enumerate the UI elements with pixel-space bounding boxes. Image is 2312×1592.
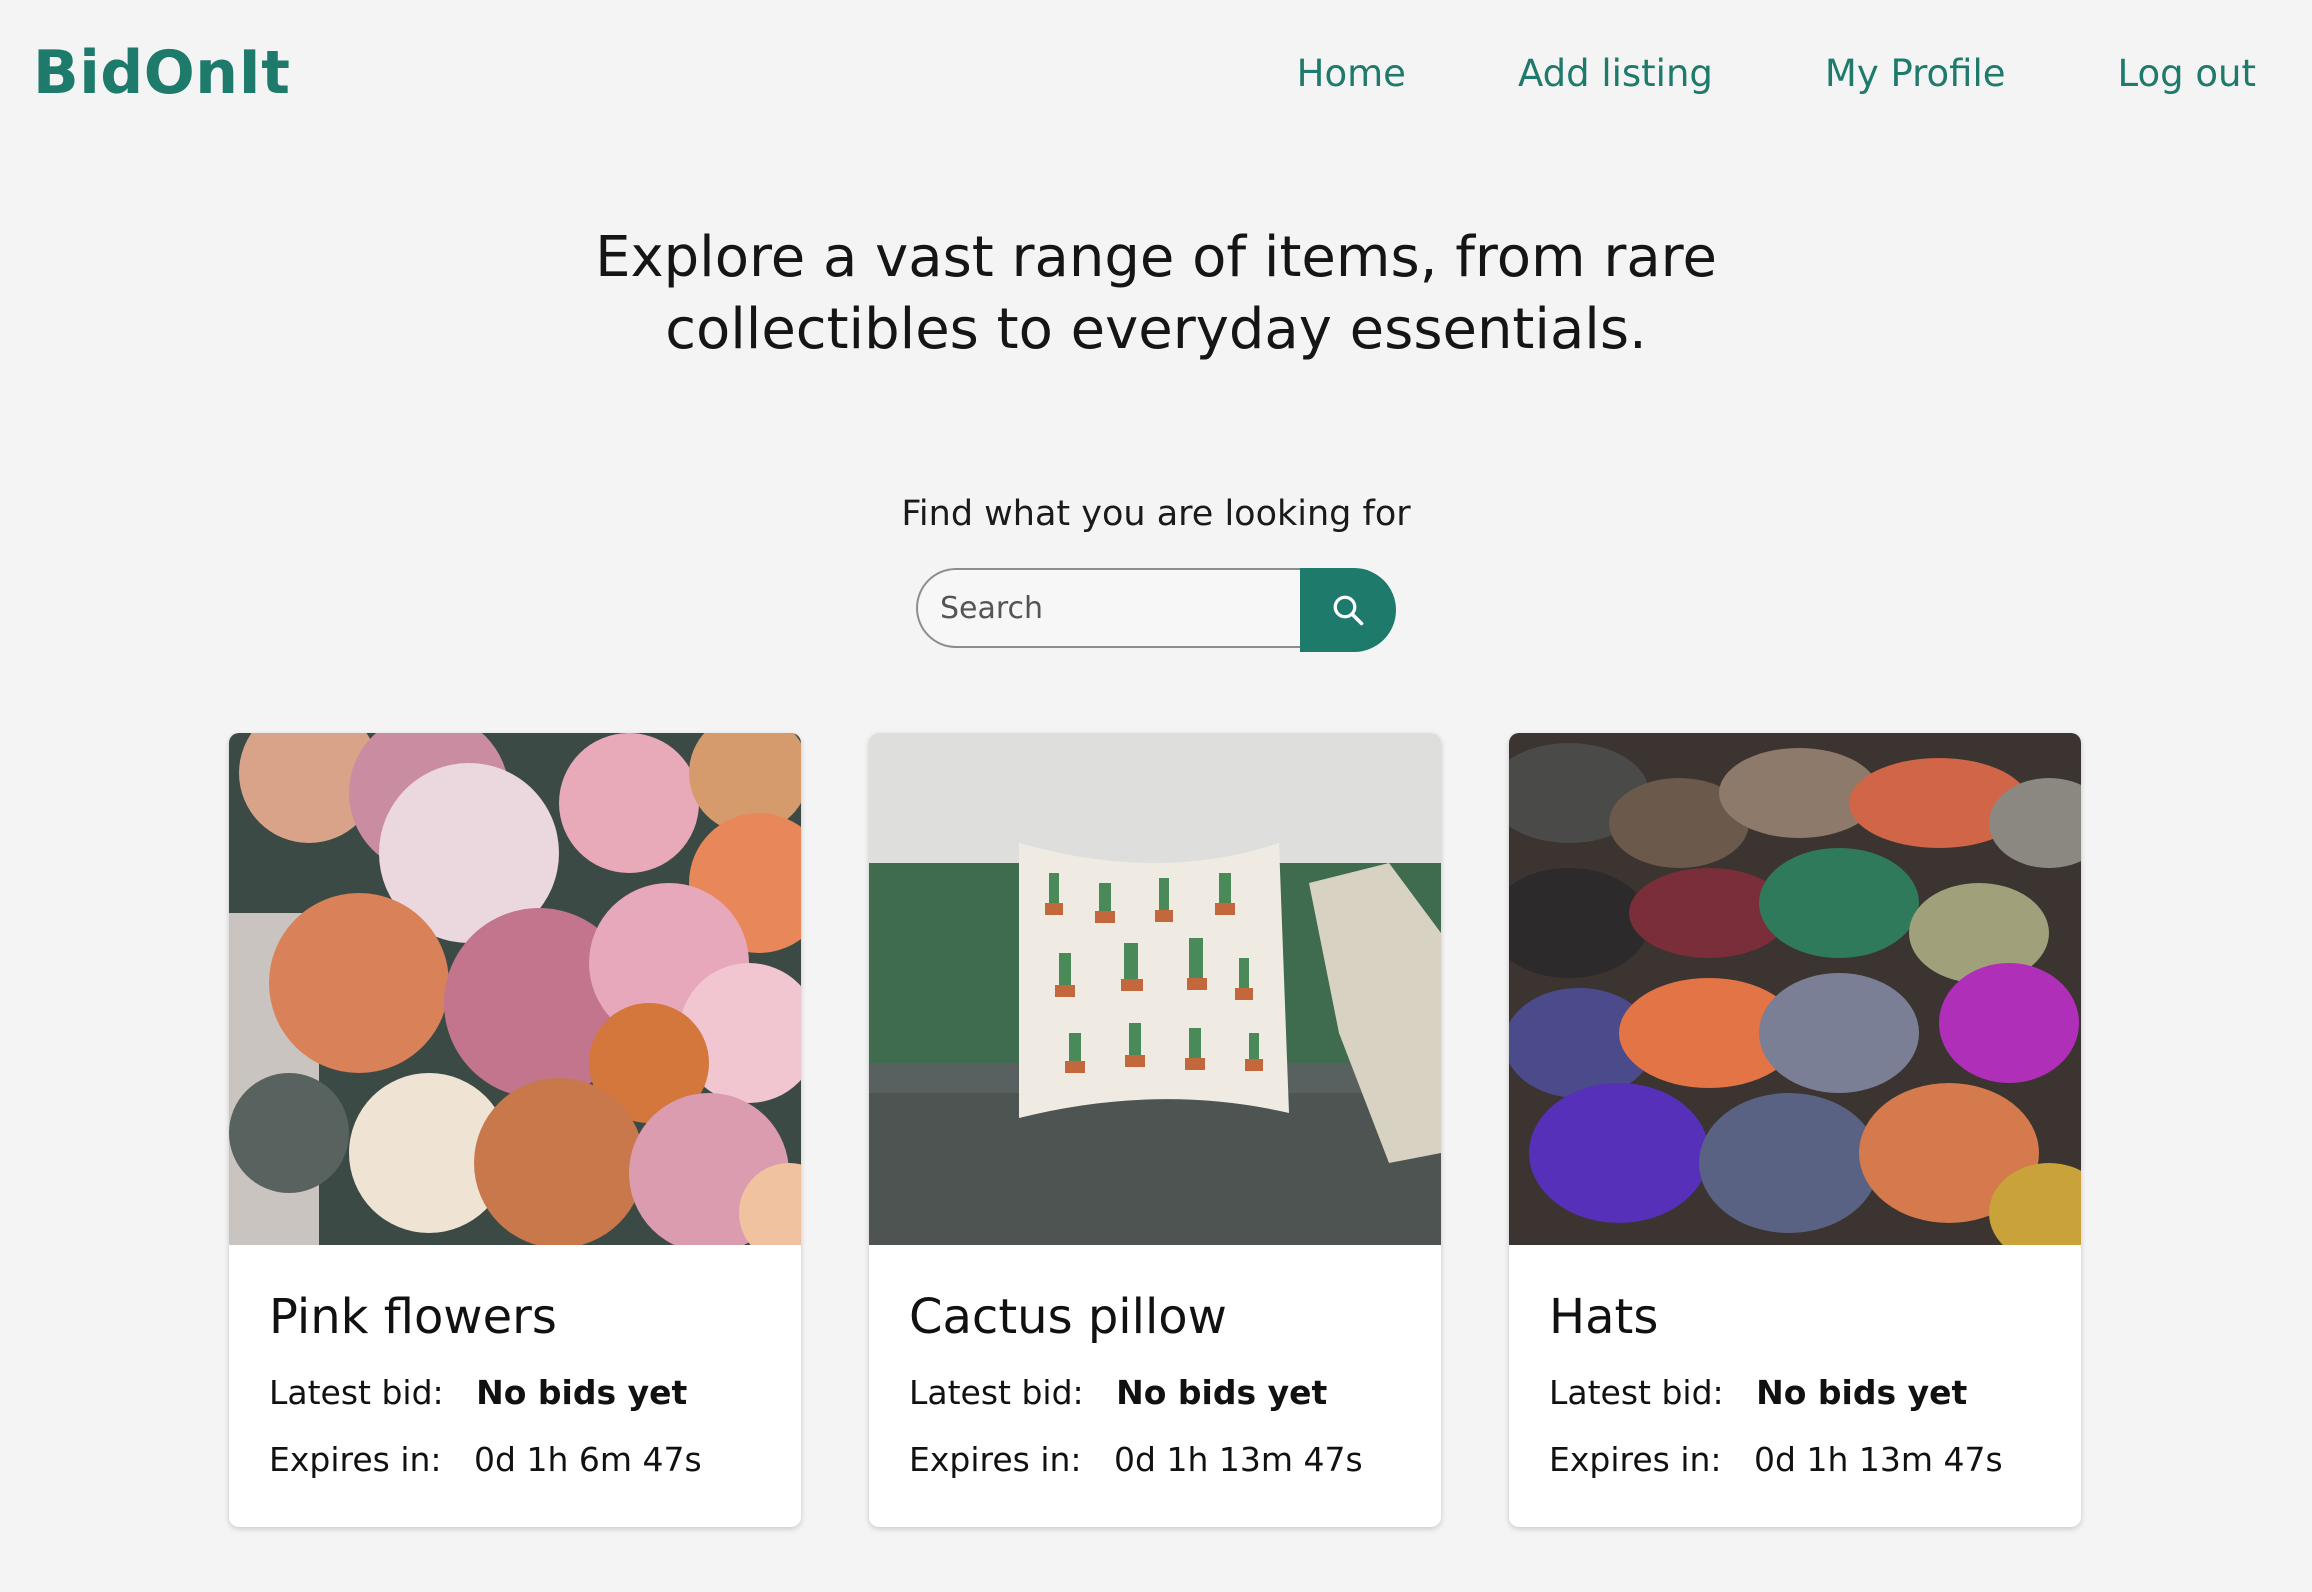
latest-bid-row: Latest bid: No bids yet — [1549, 1373, 2041, 1412]
listing-image-cactus-pillow — [869, 733, 1441, 1245]
expires-value: 0d 1h 6m 47s — [474, 1440, 702, 1479]
search-icon — [1333, 595, 1364, 626]
search-label: Find what you are looking for — [901, 494, 1411, 534]
latest-bid-row: Latest bid: No bids yet — [909, 1373, 1401, 1412]
listing-grid: Pink flowers Latest bid: No bids yet Exp… — [229, 733, 2083, 1527]
expires-value: 0d 1h 13m 47s — [1114, 1440, 1363, 1479]
listing-card-body: Hats Latest bid: No bids yet Expires in:… — [1509, 1289, 2081, 1479]
nav-link-log-out[interactable]: Log out — [2118, 52, 2256, 95]
expires-row: Expires in: 0d 1h 13m 47s — [909, 1440, 1401, 1479]
expires-label: Expires in: — [1549, 1440, 1722, 1479]
main-nav: Home Add listing My Profile Log out — [1185, 52, 2256, 95]
listing-image-flowers — [229, 733, 801, 1245]
expires-row: Expires in: 0d 1h 13m 47s — [1549, 1440, 2041, 1479]
listing-card[interactable]: Pink flowers Latest bid: No bids yet Exp… — [229, 733, 801, 1527]
latest-bid-row: Latest bid: No bids yet — [269, 1373, 761, 1412]
latest-bid-value: No bids yet — [1756, 1373, 1968, 1412]
listing-title: Cactus pillow — [909, 1289, 1227, 1345]
listing-card[interactable]: Cactus pillow Latest bid: No bids yet Ex… — [869, 733, 1441, 1527]
hero-heading: Explore a vast range of items, from rare… — [0, 222, 2312, 366]
listing-title: Hats — [1549, 1289, 1659, 1345]
listing-card[interactable]: Hats Latest bid: No bids yet Expires in:… — [1509, 733, 2081, 1527]
expires-label: Expires in: — [269, 1440, 442, 1479]
listing-card-body: Pink flowers Latest bid: No bids yet Exp… — [229, 1289, 801, 1479]
search-button[interactable] — [1300, 568, 1396, 652]
listing-card-body: Cactus pillow Latest bid: No bids yet Ex… — [869, 1289, 1441, 1479]
app-logo[interactable]: BidOnIt — [33, 38, 290, 108]
listing-title: Pink flowers — [269, 1289, 557, 1345]
nav-link-my-profile[interactable]: My Profile — [1825, 52, 2006, 95]
hero-line-1: Explore a vast range of items, from rare — [595, 225, 1717, 290]
nav-link-add-listing[interactable]: Add listing — [1518, 52, 1713, 95]
search-input[interactable] — [916, 568, 1300, 648]
latest-bid-value: No bids yet — [476, 1373, 688, 1412]
latest-bid-label: Latest bid: — [1549, 1373, 1724, 1412]
latest-bid-value: No bids yet — [1116, 1373, 1328, 1412]
latest-bid-label: Latest bid: — [269, 1373, 444, 1412]
expires-label: Expires in: — [909, 1440, 1082, 1479]
hero-line-2: collectibles to everyday essentials. — [665, 297, 1647, 362]
expires-row: Expires in: 0d 1h 6m 47s — [269, 1440, 761, 1479]
search-bar — [916, 568, 1396, 652]
expires-value: 0d 1h 13m 47s — [1754, 1440, 2003, 1479]
latest-bid-label: Latest bid: — [909, 1373, 1084, 1412]
listing-image-hats — [1509, 733, 2081, 1245]
nav-link-home[interactable]: Home — [1297, 52, 1406, 95]
top-navbar: BidOnIt Home Add listing My Profile Log … — [0, 0, 2312, 150]
